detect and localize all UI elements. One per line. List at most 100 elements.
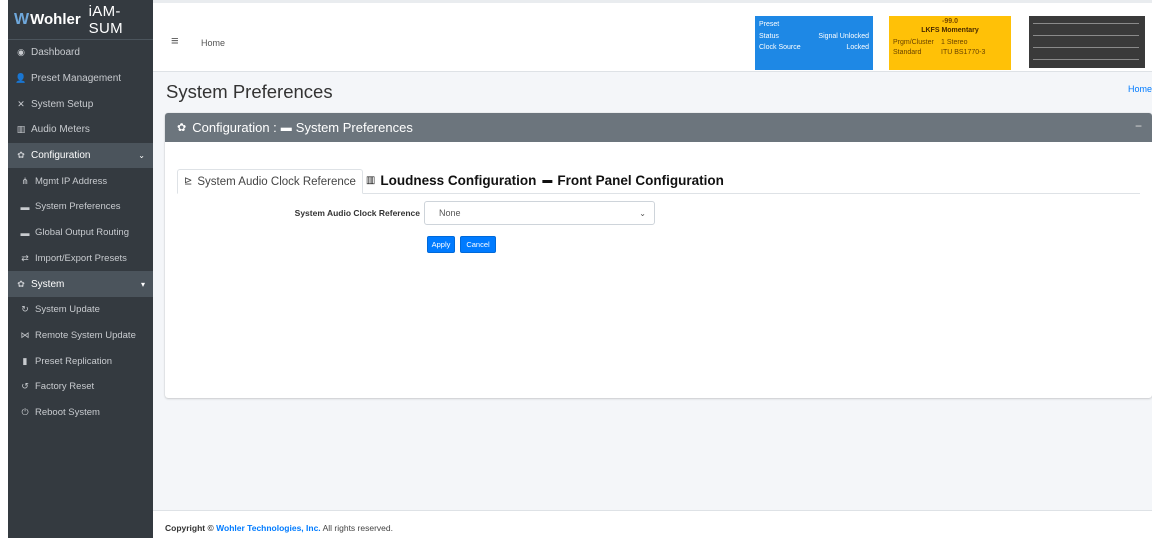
tab-system-audio-clock-reference[interactable]: ⊵ System Audio Clock Reference	[177, 169, 363, 194]
chevron-down-icon: ⌄	[639, 209, 646, 218]
sidebar-item-preset-management[interactable]: 👤 Preset Management	[8, 66, 153, 92]
tab-front-panel-configuration[interactable]: ▬ Front Panel Configuration	[539, 168, 727, 193]
keyboard-icon: ▬	[542, 175, 553, 186]
preset-status-panel: Preset Status Signal Unlocked Clock Sourc…	[755, 16, 873, 70]
copy-icon: ▮	[22, 355, 28, 366]
meter-line	[1033, 35, 1139, 36]
sidebar-item-audio-meters[interactable]: ▥ Audio Meters	[8, 117, 153, 143]
sidebar-item-label: Reboot System	[35, 406, 100, 418]
brand[interactable]: W Wohler iAM-SUM	[8, 0, 153, 40]
lkfs-header: LKFS Momentary	[921, 27, 979, 34]
top-navbar: ≡ Home Preset Status Signal Unlocked Cloc…	[153, 0, 1152, 72]
status-value: Signal Unlocked	[818, 32, 869, 40]
standard-label: Standard	[893, 48, 922, 56]
sidebar-item-dashboard[interactable]: ◉ Dashboard	[8, 40, 153, 66]
menu-icon[interactable]: ≡	[171, 33, 179, 48]
sidebar-item-system-update[interactable]: ↻ System Update	[8, 297, 153, 323]
sidebar-item-label: Preset Replication	[35, 355, 113, 367]
sidebar-item-mgmt-ip-address[interactable]: ⋔ Mgmt IP Address	[8, 168, 153, 194]
chart-bar-icon: ▥	[16, 124, 26, 135]
sidebar-item-factory-reset[interactable]: ↺ Factory Reset	[8, 374, 153, 400]
collapse-button[interactable]: −	[1135, 119, 1142, 133]
sidebar-item-label: System Preferences	[35, 201, 121, 213]
dashboard-icon: ◉	[17, 47, 25, 58]
sidebar-item-label: Import/Export Presets	[35, 252, 127, 264]
chart-bar-icon: ▥	[365, 175, 376, 186]
clock-reference-select[interactable]: None ⌄	[424, 201, 655, 225]
cancel-button[interactable]: Cancel	[460, 236, 496, 253]
sidebar: W Wohler iAM-SUM ◉ Dashboard 👤 Preset Manag…	[8, 0, 153, 538]
sidebar-item-label: Global Output Routing	[35, 227, 130, 239]
apply-button[interactable]: Apply	[427, 236, 455, 253]
logo-text: Wohler	[30, 11, 81, 28]
sidebar-item-system-setup[interactable]: ✕ System Setup	[8, 91, 153, 117]
sidebar-item-label: Audio Meters	[31, 124, 90, 136]
clock-source-label: Clock Source	[759, 44, 801, 52]
keyboard-icon: ▬	[20, 227, 30, 238]
area-chart-icon: ⊵	[184, 176, 193, 187]
lkfs-value: -99.0	[942, 18, 958, 25]
home-link[interactable]: Home	[201, 38, 225, 48]
meter-line	[1033, 59, 1139, 60]
sidebar-group-configuration[interactable]: ✿ Configuration ⌄	[8, 142, 153, 169]
company-link[interactable]: Wohler Technologies, Inc.	[216, 523, 321, 533]
standard-value: ITU BS1770-3	[941, 48, 986, 56]
tab-bar: ⊵ System Audio Clock Reference ▥ Loudness …	[177, 169, 1140, 194]
page-title: System Preferences	[166, 81, 333, 102]
clock-reference-row: System Audio Clock Reference None ⌄	[165, 201, 1152, 225]
footer: Copyright © Wohler Technologies, Inc. Al…	[153, 510, 1152, 538]
sidebar-group-label: Configuration	[31, 150, 91, 162]
cluster-value: 1 Stereo	[941, 38, 968, 46]
tools-icon: ✕	[17, 98, 25, 109]
tab-label: Loudness Configuration	[380, 173, 537, 188]
breadcrumb-home[interactable]: Home	[1128, 84, 1152, 94]
sidebar-item-label: System Setup	[31, 98, 94, 110]
tab-label: System Audio Clock Reference	[197, 175, 356, 188]
wohler-w-icon: W	[14, 10, 30, 28]
main-content: System Preferences Home ✿ Configuration …	[153, 72, 1152, 510]
sidebar-item-label: Mgmt IP Address	[35, 175, 108, 187]
sidebar-item-label: Preset Management	[31, 73, 122, 85]
sidebar-nav: ◉ Dashboard 👤 Preset Management ✕ System Se…	[8, 40, 153, 425]
cog-icon: ✿	[17, 150, 25, 161]
chevron-down-icon: ⌄	[138, 151, 145, 161]
sidebar-item-remote-system-update[interactable]: ⋈ Remote System Update	[8, 323, 153, 349]
sidebar-item-global-output-routing[interactable]: ▬ Global Output Routing	[8, 220, 153, 246]
cluster-label: Prgm/Cluster	[893, 38, 934, 46]
sidebar-item-system-preferences[interactable]: ▬ System Preferences	[8, 194, 153, 220]
card-header: ✿ Configuration : ▬ System Preferences −	[165, 113, 1152, 142]
tab-label: Front Panel Configuration	[557, 173, 724, 188]
chevron-down-icon: ▾	[140, 279, 145, 289]
audio-meter-thumbnail[interactable]	[1029, 16, 1145, 68]
users-icon: 👤	[15, 73, 27, 84]
tab-loudness-configuration[interactable]: ▥ Loudness Configuration	[363, 168, 539, 193]
clock-reference-label: System Audio Clock Reference	[294, 208, 420, 218]
wohler-logo: W Wohler	[14, 11, 81, 29]
exchange-icon: ⇄	[21, 252, 29, 263]
sidebar-item-label: Remote System Update	[35, 329, 136, 341]
sidebar-item-label: Dashboard	[31, 47, 80, 59]
sidebar-item-label: System Update	[35, 304, 100, 316]
power-icon: ⏻	[21, 406, 29, 417]
keyboard-icon: ▬	[280, 121, 292, 134]
configuration-card: ✿ Configuration : ▬ System Preferences −…	[165, 113, 1152, 398]
sidebar-item-import-export-presets[interactable]: ⇄ Import/Export Presets	[8, 246, 153, 272]
sidebar-group-label: System	[31, 278, 65, 290]
sidebar-item-preset-replication[interactable]: ▮ Preset Replication	[8, 348, 153, 374]
app: W Wohler iAM-SUM ◉ Dashboard 👤 Preset Manag…	[0, 0, 1152, 538]
sidebar-item-reboot-system[interactable]: ⏻ Reboot System	[8, 400, 153, 426]
cog-icon: ✿	[177, 122, 187, 134]
card-header-prefix: Configuration :	[192, 120, 277, 135]
sidebar-item-label: Factory Reset	[35, 381, 95, 393]
undo-icon: ↺	[21, 381, 29, 392]
network-icon: ⋔	[21, 175, 29, 186]
copyright-prefix: Copyright ©	[165, 523, 214, 533]
card-header-page: System Preferences	[295, 120, 413, 135]
loudness-panel: -99.0 LKFS Momentary Prgm/Cluster 1 Stere…	[889, 16, 1011, 70]
sidebar-group-system[interactable]: ✿ System ▾	[8, 271, 153, 297]
preset-label: Preset	[759, 21, 780, 29]
refresh-icon: ↻	[21, 304, 29, 315]
copyright-suffix: All rights reserved.	[322, 523, 393, 533]
select-value: None	[439, 208, 461, 218]
status-label: Status	[759, 32, 779, 40]
